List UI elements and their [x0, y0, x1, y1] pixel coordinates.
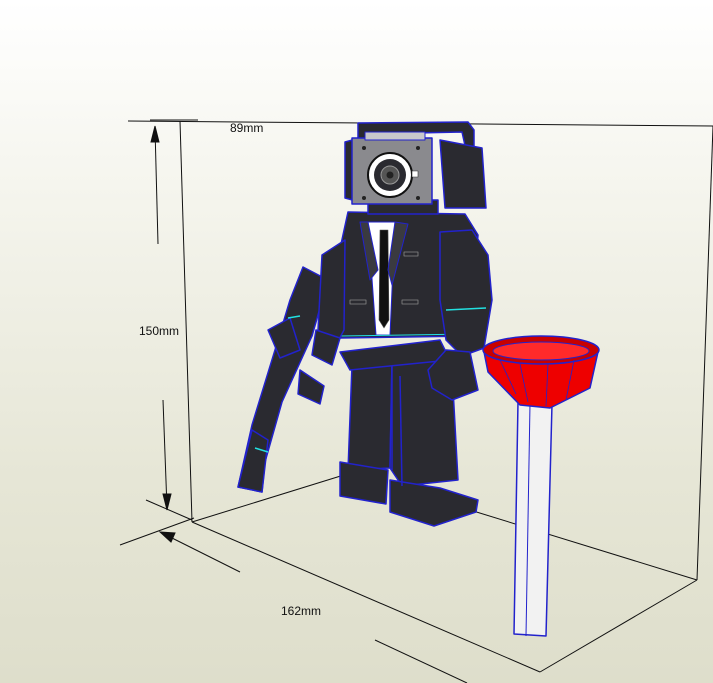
depth-dimension — [119, 517, 468, 683]
width-label: 89mm — [230, 121, 263, 135]
papercraft-model — [237, 121, 600, 637]
speaker-head — [344, 121, 487, 209]
plunger — [482, 335, 600, 637]
papercraft-preview: 89mm 150mm 162mm — [0, 0, 713, 683]
depth-label: 162mm — [281, 604, 321, 618]
height-label: 150mm — [139, 324, 179, 338]
gun — [237, 266, 329, 493]
preview-canvas: 89mm 150mm 162mm — [119, 119, 713, 683]
